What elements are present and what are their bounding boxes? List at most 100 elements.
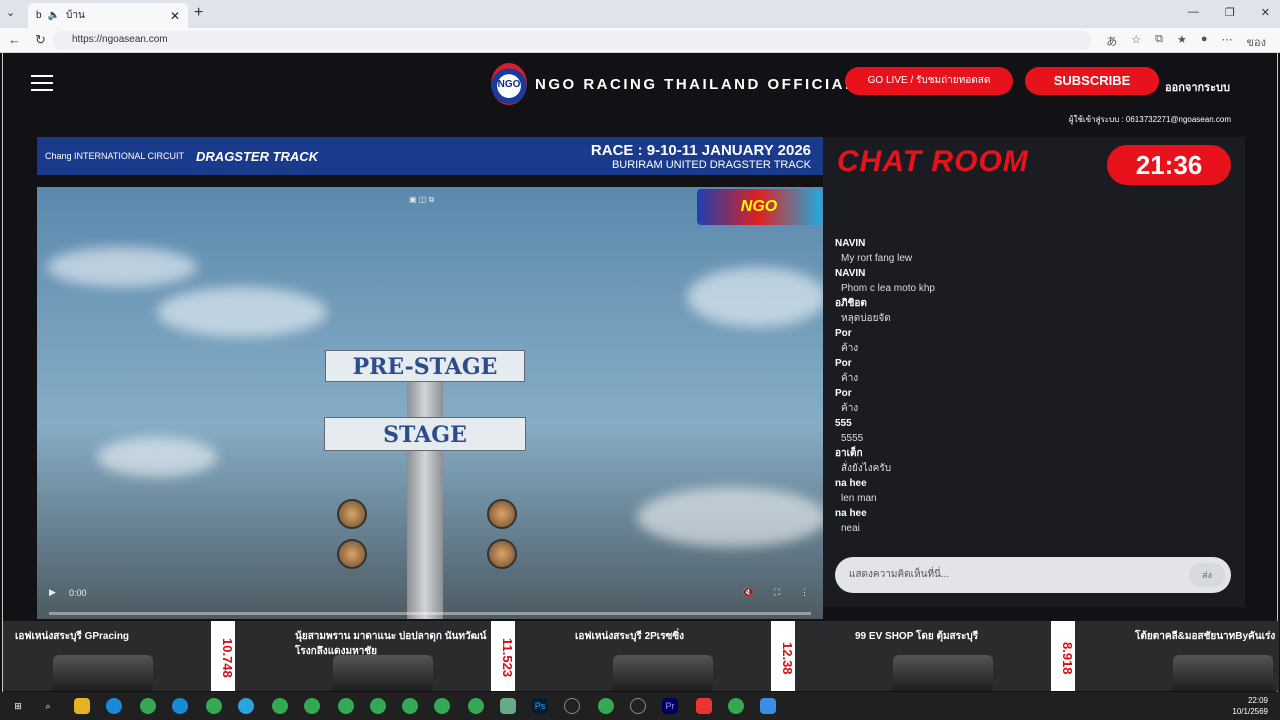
ticker-card: เอฟเหน่งสระบุรี GPracing (3, 621, 223, 691)
url-text: https://ngoasean.com (72, 34, 168, 45)
chat-message: Por ค้าง (835, 327, 1225, 357)
chat-text: Phom c lea moto khp (841, 283, 935, 294)
brand[interactable]: NGO NGO RACING THAILAND OFFICIAL (491, 63, 857, 105)
photoshop-icon[interactable]: Ps (532, 698, 548, 714)
capcut-icon[interactable] (564, 698, 580, 714)
video-player[interactable]: PRE-STAGE STAGE ▣ ◫ ⧉ NGO ▶ 0:00 🔇 ⛶ ⋮ (37, 187, 823, 619)
play-icon[interactable]: ▶ (49, 587, 56, 598)
cloud (97, 437, 217, 477)
system-clock[interactable]: 22:09 10/1/2569 (1232, 695, 1268, 717)
chrome-icon[interactable] (370, 698, 386, 714)
subscribe-button[interactable]: SUBSCRIBE (1025, 67, 1159, 95)
chrome-icon[interactable] (598, 698, 614, 714)
volume-icon[interactable]: 🔇 (742, 587, 753, 598)
send-button[interactable]: ส่ง (1189, 563, 1225, 587)
chat-text: ค้าง (841, 373, 859, 384)
stage-sign: STAGE (324, 417, 526, 451)
chat-author: อาเต็ก (835, 448, 863, 459)
taskbar: ⊞ ⌕ Ps Pr 22:09 10/1/2569 (0, 692, 1280, 720)
chat-text: หลุดบ่อยจัด (841, 313, 891, 324)
refresh-icon[interactable]: ↻ (35, 32, 46, 48)
edge-active-icon[interactable] (172, 698, 188, 714)
pre-stage-sign: PRE-STAGE (325, 350, 525, 382)
chat-message: NAVIN My rort fang lew (835, 237, 1225, 267)
user-contact: ผู้ใช้เข้าสู่ระบบ : 0613732271@ngoasean.… (1068, 115, 1231, 124)
windows-start-icon[interactable]: ⊞ (10, 698, 26, 714)
new-tab-button[interactable]: + (194, 4, 203, 22)
cloud (687, 267, 823, 327)
race-time: 11.523 (491, 621, 515, 691)
favorite-icon[interactable]: ☆ (1131, 33, 1141, 51)
chrome-icon[interactable] (338, 698, 354, 714)
app-icon[interactable] (500, 698, 516, 714)
race-title: RACE : 9-10-11 JANUARY 2026 (590, 141, 811, 159)
close-tab-icon[interactable]: ✕ (170, 9, 180, 23)
overlay-controls[interactable]: ▣ ◫ ⧉ (409, 195, 434, 205)
logout-link[interactable]: ออกจากระบบ (1165, 78, 1230, 96)
chat-message: อภิชิอต หลุดบ่อยจัด (835, 297, 1225, 327)
brand-title: NGO RACING THAILAND OFFICIAL (535, 75, 857, 93)
chat-author: NAVIN (835, 268, 866, 279)
telegram-icon[interactable] (238, 698, 254, 714)
close-window-button[interactable]: ✕ (1261, 6, 1270, 19)
tab-title: บ้าน (66, 10, 85, 21)
menu-icon[interactable] (31, 75, 53, 91)
restore-button[interactable]: ❐ (1225, 6, 1235, 19)
extensions-icon[interactable]: ⧉ (1155, 33, 1163, 51)
dragster-track-logo: DRAGSTER TRACK (196, 148, 319, 164)
minimize-button[interactable]: — (1188, 6, 1199, 19)
clock-date: 10/1/2569 (1232, 707, 1268, 716)
video-controls: ▶ 0:00 🔇 ⛶ ⋮ (47, 579, 813, 619)
chrome-icon[interactable] (434, 698, 450, 714)
search-icon[interactable]: ⌕ (40, 698, 56, 714)
back-icon[interactable]: ← (8, 32, 21, 48)
clock-time: 22:09 (1247, 696, 1268, 705)
chrome-icon[interactable] (272, 698, 288, 714)
go-live-button[interactable]: GO LIVE / รับชมถ่ายทอดสด (845, 67, 1013, 95)
chrome-icon[interactable] (468, 698, 484, 714)
url-field[interactable]: https://ngoasean.com (52, 31, 1092, 50)
edge-icon[interactable] (106, 698, 122, 714)
comment-placeholder: แสดงความคิดเห็นที่นี่... (849, 569, 950, 580)
racer-name: โต้ยตาคลี&มอสชัยนาทByคันเร่ง (1135, 631, 1276, 642)
chat-author: 555 (835, 418, 852, 429)
photos-icon[interactable] (760, 698, 776, 714)
profile-icon[interactable]: ● (1201, 33, 1208, 51)
racer-photo (613, 655, 713, 691)
more-options-icon[interactable]: ⋮ (800, 587, 809, 598)
translate-icon[interactable]: あ (1106, 33, 1117, 51)
stage-lamp (487, 539, 517, 569)
more-icon[interactable]: ⋯ (1222, 33, 1233, 51)
browser-tab[interactable]: b 🔈 บ้าน ✕ (28, 3, 188, 28)
file-explorer-icon[interactable] (74, 698, 90, 714)
countdown-timer: 21:36 (1107, 145, 1231, 185)
video-progress-bar[interactable] (49, 612, 811, 615)
app-icon[interactable] (696, 698, 712, 714)
chrome-icon[interactable] (140, 698, 156, 714)
chat-message: na hee neai (835, 507, 1225, 537)
ticker-card: โต้ยตาคลี&มอสชัยนาทByคันเร่ง (1123, 621, 1279, 691)
copilot-label[interactable]: ของ (1247, 33, 1267, 51)
chat-author: Por (835, 388, 852, 399)
chat-text: 5555 (841, 433, 864, 444)
premiere-icon[interactable]: Pr (662, 698, 678, 714)
page: NGO NGO RACING THAILAND OFFICIAL GO LIVE… (2, 53, 1279, 692)
race-time: 8.918 (1051, 621, 1075, 691)
obs-icon[interactable] (630, 698, 646, 714)
chrome-icon[interactable] (206, 698, 222, 714)
audio-icon[interactable]: 🔈 (48, 10, 60, 21)
race-banner: Chang INTERNATIONAL CIRCUIT DRAGSTER TRA… (37, 137, 823, 175)
favorites-icon[interactable]: ★ (1177, 33, 1187, 51)
race-subtitle: BURIRAM UNITED DRAGSTER TRACK (611, 158, 811, 171)
tab-list-icon[interactable]: ⌄ (6, 6, 15, 19)
racer-name: 99 EV SHOP โดย ตุ้มสระบุรี (855, 631, 979, 642)
chat-message: อาเต็ก สั่งยังไงครับ (835, 447, 1225, 477)
chrome-icon[interactable] (728, 698, 744, 714)
chrome-icon[interactable] (304, 698, 320, 714)
ngo-super-fest-badge: NGO (697, 189, 821, 225)
chat-message: NAVIN Phom c lea moto khp (835, 267, 1225, 297)
cloud (157, 287, 327, 337)
fullscreen-icon[interactable]: ⛶ (774, 587, 780, 598)
chrome-icon[interactable] (402, 698, 418, 714)
comment-input[interactable]: แสดงความคิดเห็นที่นี่... ส่ง (835, 557, 1231, 593)
